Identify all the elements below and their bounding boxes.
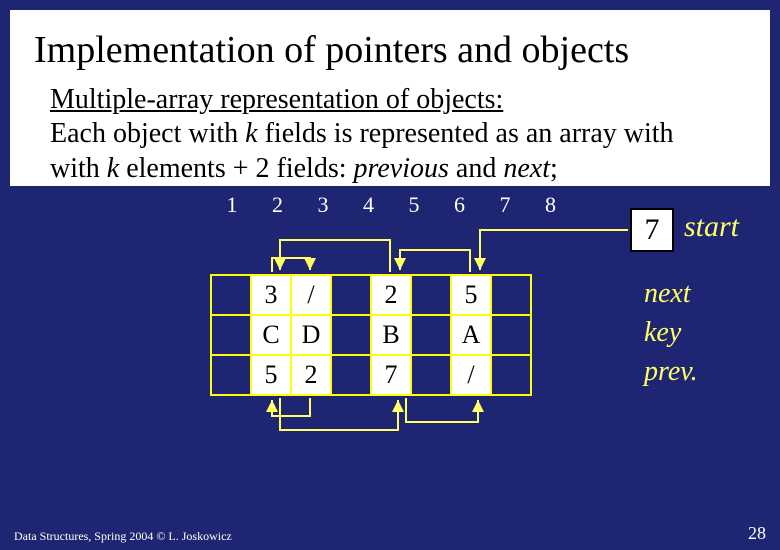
cell	[491, 315, 531, 355]
cell: 5	[251, 355, 291, 395]
cell	[491, 355, 531, 395]
cell	[211, 275, 251, 315]
cell: A	[451, 315, 491, 355]
cell: /	[451, 355, 491, 395]
body-text: Multiple-array representation of objects…	[10, 78, 770, 186]
cell	[211, 355, 251, 395]
cell	[331, 315, 371, 355]
next-row: 3 / 2 5	[211, 275, 531, 315]
var-next: next	[503, 153, 550, 184]
cell	[211, 315, 251, 355]
col-label: 8	[531, 192, 571, 218]
cell: 5	[451, 275, 491, 315]
column-labels: 1 2 3 4 5 6 7 8	[212, 192, 571, 218]
cell: /	[291, 275, 331, 315]
cell: 3	[251, 275, 291, 315]
row-label-key: key	[644, 313, 698, 352]
cell: C	[251, 315, 291, 355]
cell	[331, 275, 371, 315]
row-label-next: next	[644, 274, 698, 313]
key-row: C D B A	[211, 315, 531, 355]
start-label: start	[684, 210, 739, 244]
col-label: 3	[303, 192, 343, 218]
cell	[411, 275, 451, 315]
start-value: 7	[630, 208, 674, 252]
subheading: Multiple-array representation of objects…	[50, 84, 746, 116]
var-previous: previous	[354, 153, 449, 184]
page-number: 28	[748, 523, 766, 544]
cell: D	[291, 315, 331, 355]
text-frag: with	[50, 153, 107, 184]
text-frag: ;	[550, 153, 558, 184]
cell	[331, 355, 371, 395]
col-label: 6	[440, 192, 480, 218]
cell: 2	[371, 275, 411, 315]
cell: 7	[371, 355, 411, 395]
var-k: k	[245, 118, 257, 149]
var-k: k	[107, 153, 119, 184]
cell: 2	[291, 355, 331, 395]
cell: B	[371, 315, 411, 355]
footer-text: Data Structures, Spring 2004 © L. Joskow…	[14, 529, 232, 544]
diagram-area: 1 2 3 4 5 6 7 8 7 start next key prev. 3…	[10, 186, 770, 476]
row-labels: next key prev.	[644, 274, 698, 392]
prev-row: 5 2 7 /	[211, 355, 531, 395]
slide-title: Implementation of pointers and objects	[10, 10, 770, 78]
row-label-prev: prev.	[644, 352, 698, 391]
text-frag: elements + 2 fields:	[119, 153, 353, 184]
col-label: 1	[212, 192, 252, 218]
cell	[491, 275, 531, 315]
cell	[411, 315, 451, 355]
col-label: 4	[349, 192, 389, 218]
text-frag: and	[449, 153, 503, 184]
array-table: 3 / 2 5 C D B A 5 2 7 /	[210, 274, 532, 396]
paragraph: Each object with k fields is represented…	[50, 116, 746, 186]
text-frag: Each object with	[50, 118, 245, 149]
cell	[411, 355, 451, 395]
col-label: 7	[485, 192, 525, 218]
col-label: 2	[258, 192, 298, 218]
col-label: 5	[394, 192, 434, 218]
text-frag: fields is represented as an array with	[258, 118, 674, 149]
